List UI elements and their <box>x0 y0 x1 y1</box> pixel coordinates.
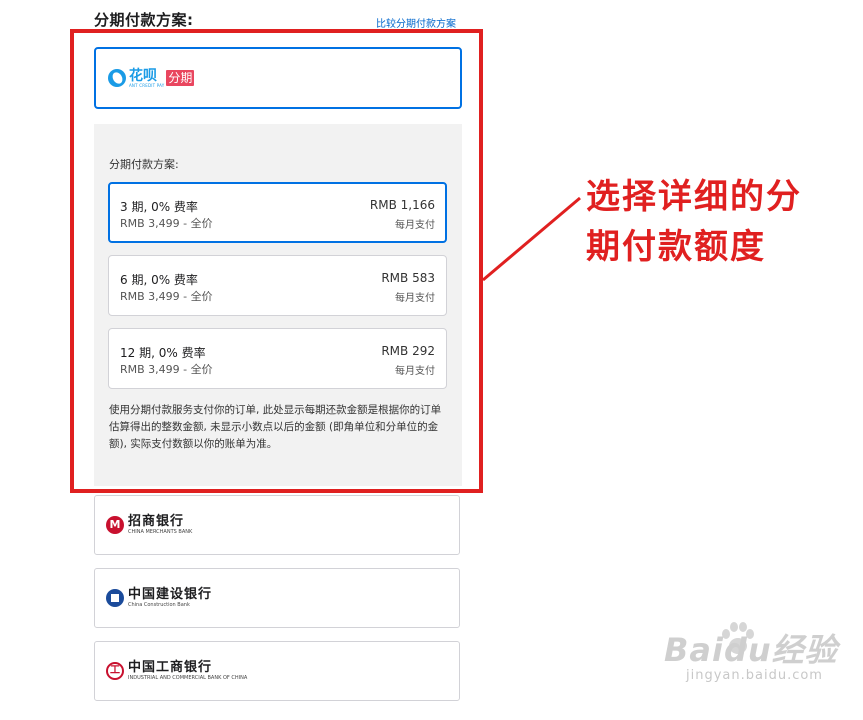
annotation-line-2: 期付款额度 <box>586 227 766 267</box>
bank-logo: 中国建设银行 China Construction Bank <box>106 588 212 608</box>
cmb-logo-icon <box>106 516 124 534</box>
watermark-sub: jingyan.baidu.com <box>686 668 823 683</box>
bank-sub: China Construction Bank <box>128 602 190 608</box>
bank-name: 中国建设银行 <box>128 587 213 602</box>
bank-name: 招商银行 <box>128 514 185 529</box>
ccb-logo-icon <box>106 589 124 607</box>
annotation-line-1: 选择详细的分 <box>586 177 802 217</box>
watermark: Baidu经验 <box>664 631 838 669</box>
bank-option-cmb[interactable]: 招商银行 CHINA MERCHANTS BANK <box>94 495 460 555</box>
bank-option-ccb[interactable]: 中国建设银行 China Construction Bank <box>94 568 460 628</box>
annotation-text: 选择详细的分 期付款额度 <box>586 172 846 272</box>
bank-sub: CHINA MERCHANTS BANK <box>128 529 193 535</box>
bank-name: 中国工商银行 <box>128 660 213 675</box>
bank-sub: INDUSTRIAL AND COMMERCIAL BANK OF CHINA <box>128 675 248 681</box>
bank-logo: 中国工商银行 INDUSTRIAL AND COMMERCIAL BANK OF… <box>106 661 247 681</box>
bank-logo: 招商银行 CHINA MERCHANTS BANK <box>106 515 192 535</box>
bank-option-icbc[interactable]: 中国工商银行 INDUSTRIAL AND COMMERCIAL BANK OF… <box>94 641 460 701</box>
icbc-logo-icon <box>106 662 124 680</box>
